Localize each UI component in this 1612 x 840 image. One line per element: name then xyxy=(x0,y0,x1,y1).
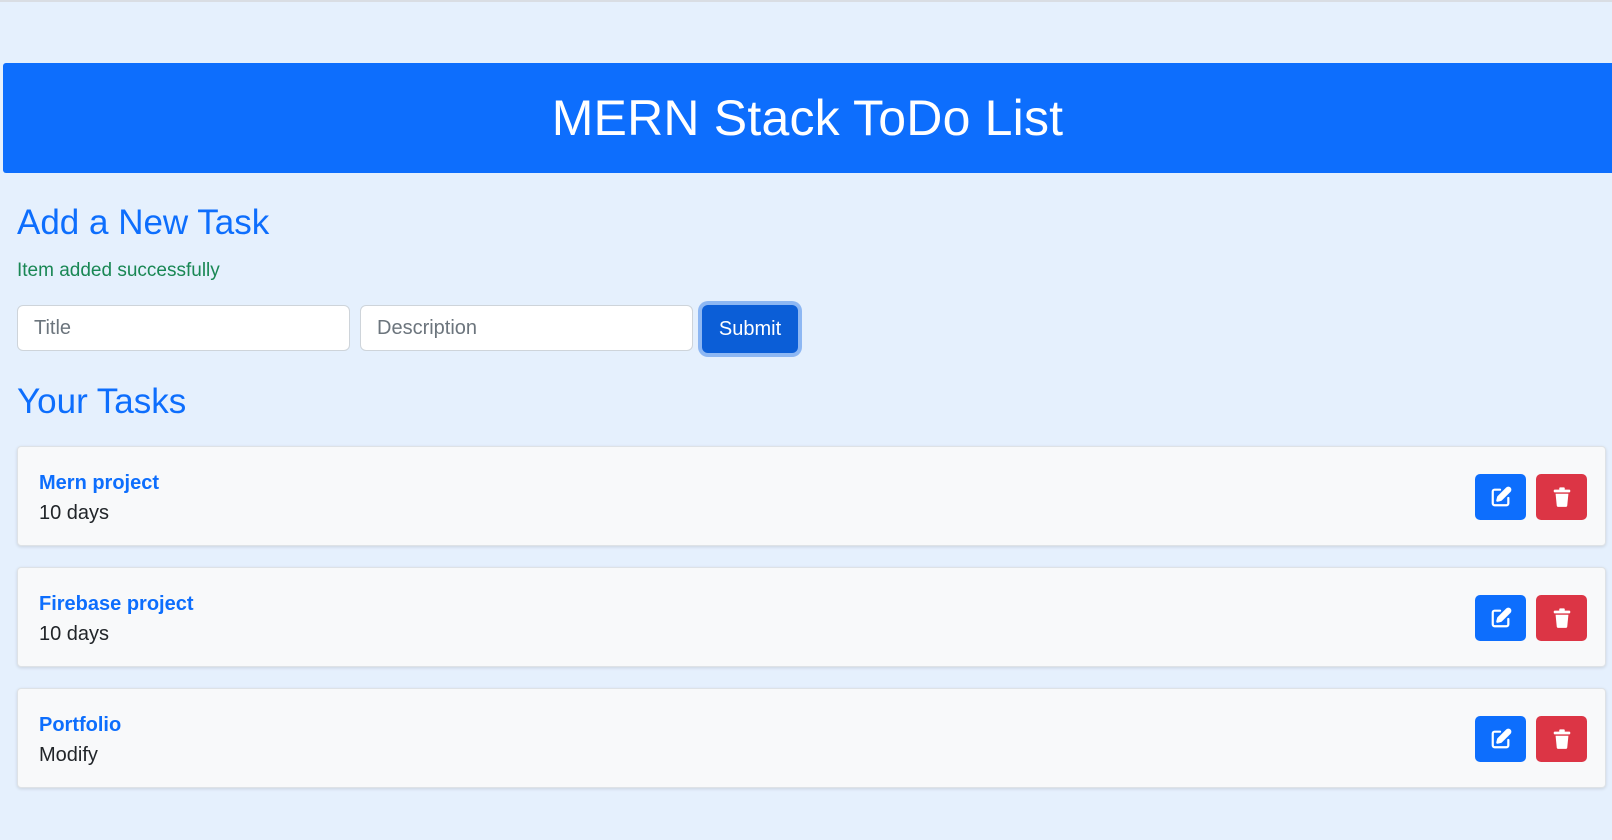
app-title: MERN Stack ToDo List xyxy=(551,90,1064,146)
trash-icon xyxy=(1551,728,1573,750)
delete-task-button[interactable] xyxy=(1536,716,1587,762)
task-item: Mern project 10 days xyxy=(17,446,1606,546)
edit-task-button[interactable] xyxy=(1475,595,1526,641)
task-item: Firebase project 10 days xyxy=(17,567,1606,667)
trash-icon xyxy=(1551,607,1573,629)
description-input[interactable] xyxy=(360,305,693,351)
edit-icon xyxy=(1490,607,1512,629)
task-description: 10 days xyxy=(39,502,110,524)
task-description: 10 days xyxy=(39,623,110,645)
title-input[interactable] xyxy=(17,305,350,351)
your-tasks-heading: Your Tasks xyxy=(17,382,187,421)
delete-task-button[interactable] xyxy=(1536,474,1587,520)
edit-task-button[interactable] xyxy=(1475,474,1526,520)
edit-icon xyxy=(1490,486,1512,508)
app-header: MERN Stack ToDo List xyxy=(3,63,1612,173)
submit-button[interactable]: Submit xyxy=(702,305,798,353)
task-title: Mern project xyxy=(39,472,160,494)
edit-task-button[interactable] xyxy=(1475,716,1526,762)
task-description: Modify xyxy=(39,744,98,766)
task-title: Portfolio xyxy=(39,714,122,736)
add-task-heading: Add a New Task xyxy=(17,203,270,242)
task-title: Firebase project xyxy=(39,593,194,615)
success-message: Item added successfully xyxy=(17,260,220,281)
top-border xyxy=(0,0,1612,2)
edit-icon xyxy=(1490,728,1512,750)
delete-task-button[interactable] xyxy=(1536,595,1587,641)
task-item: Portfolio Modify xyxy=(17,688,1606,788)
trash-icon xyxy=(1551,486,1573,508)
